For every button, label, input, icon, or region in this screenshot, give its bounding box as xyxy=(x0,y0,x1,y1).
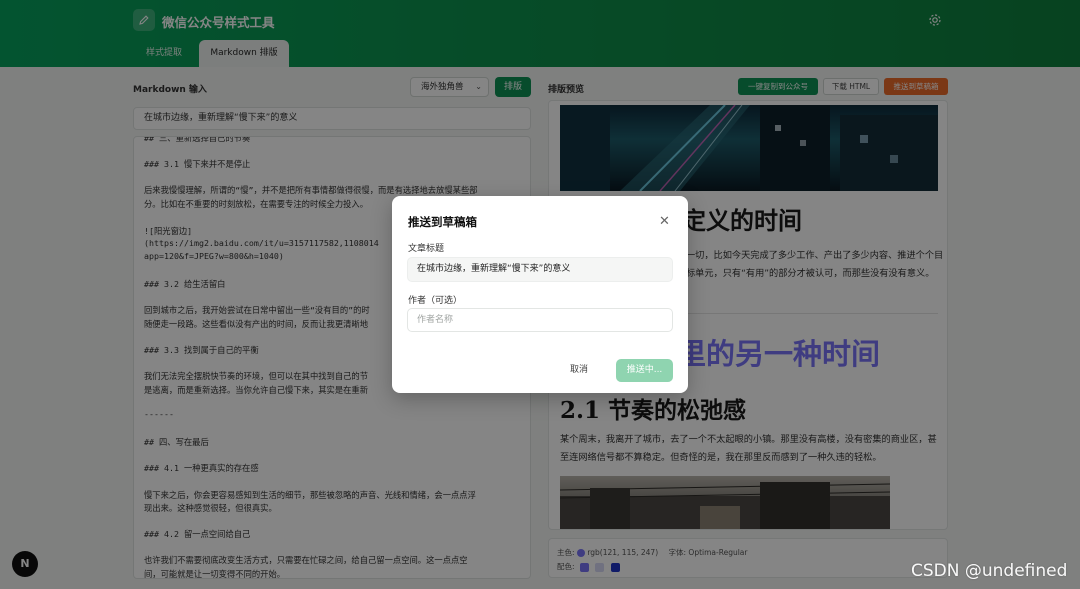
push-submit-button[interactable]: 推送中... xyxy=(616,359,673,382)
author-label: 作者（可选） xyxy=(408,296,463,306)
author-input[interactable]: 作者名称 xyxy=(407,308,673,332)
push-draft-modal: 推送到草稿箱 ✕ 文章标题 在城市边缘，重新理解“慢下来”的意义 作者（可选） … xyxy=(392,196,688,393)
cancel-button[interactable]: 取消 xyxy=(570,362,588,375)
modal-title-input[interactable]: 在城市边缘，重新理解“慢下来”的意义 xyxy=(407,257,673,282)
modal-title: 推送到草稿箱 xyxy=(408,215,477,229)
article-title-label: 文章标题 xyxy=(408,244,445,254)
watermark: CSDN @undefined xyxy=(911,561,1068,581)
close-icon[interactable]: ✕ xyxy=(659,214,670,229)
